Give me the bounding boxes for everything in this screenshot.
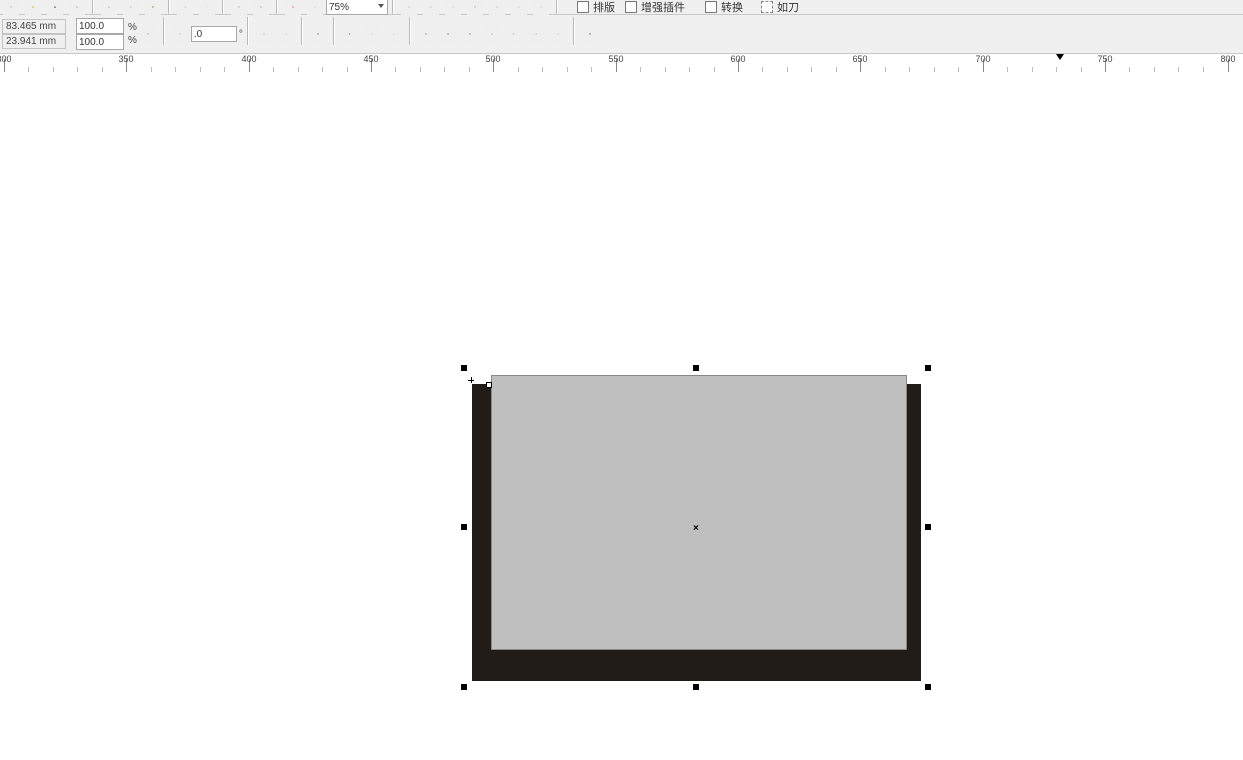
ruler-label: 400 [241, 54, 256, 64]
fill-icon[interactable] [285, 0, 301, 15]
menu-plugins[interactable]: 增强插件 [622, 0, 692, 16]
separator [409, 17, 411, 45]
drawing-canvas[interactable]: × [0, 72, 1243, 760]
undo-icon[interactable] [177, 0, 193, 15]
separator [276, 0, 278, 14]
scale-unit-2: % [128, 34, 137, 47]
selection-center-marker: × [693, 523, 699, 534]
zoom-sel-icon[interactable] [489, 0, 505, 15]
zoom-prev-icon[interactable] [533, 0, 549, 15]
object-y-readout: 23.941 mm [2, 34, 66, 49]
print-icon[interactable] [69, 0, 85, 15]
separator [222, 0, 224, 14]
cut-icon[interactable] [101, 0, 117, 15]
ruler-label: 350 [118, 54, 133, 64]
zoom-in-icon[interactable] [401, 0, 417, 15]
horizontal-ruler[interactable]: 300 350 400 450 500 550 600 650 700 750 800 [0, 54, 1243, 73]
rotate-reset-icon[interactable] [172, 26, 188, 42]
separator [92, 0, 94, 14]
simplify-icon[interactable] [484, 26, 500, 42]
zoom-out-icon[interactable] [423, 0, 439, 15]
separator [301, 17, 303, 45]
scale-unit-1: % [128, 21, 137, 34]
ruler-cursor-marker [1056, 54, 1064, 60]
selection-handle[interactable] [925, 684, 931, 690]
to-front-icon[interactable] [310, 26, 326, 42]
separator [163, 17, 165, 45]
selection-handle[interactable] [693, 365, 699, 371]
align-right-icon [386, 26, 402, 42]
separator [333, 17, 335, 45]
menu-transform[interactable]: 转换 [702, 0, 750, 16]
align-left-icon[interactable] [342, 26, 358, 42]
save-icon[interactable] [47, 0, 63, 15]
rotation-input[interactable] [191, 26, 237, 42]
weld-icon[interactable] [418, 26, 434, 42]
scale-x-input[interactable] [76, 18, 124, 34]
selection-handle[interactable] [461, 684, 467, 690]
intersect-icon[interactable] [462, 26, 478, 42]
import-icon[interactable] [231, 0, 247, 15]
rotation-unit: ° [239, 29, 243, 40]
zoom-page-icon[interactable] [467, 0, 483, 15]
ruler-label: 650 [852, 54, 867, 64]
menu-arrange-label: 排版 [593, 0, 615, 15]
menu-knife-label: 如刀 [777, 0, 799, 15]
back-minus-front-icon[interactable] [528, 26, 544, 42]
copy-icon[interactable] [123, 0, 139, 15]
front-rectangle-object[interactable] [491, 375, 907, 650]
menu-knife[interactable]: 如刀 [758, 0, 806, 16]
selection-handle[interactable] [925, 365, 931, 371]
menu-arrange[interactable]: 排版 [574, 0, 622, 16]
object-x-readout: 83.465 mm [2, 19, 66, 34]
ruler-label: 300 [0, 54, 12, 64]
scale-y-input[interactable] [76, 34, 124, 50]
menu-transform-label: 转换 [721, 0, 743, 15]
front-minus-back-icon[interactable] [506, 26, 522, 42]
trim-icon[interactable] [440, 26, 456, 42]
ruler-label: 450 [363, 54, 378, 64]
create-boundary-icon[interactable] [550, 26, 566, 42]
redo-icon[interactable] [199, 0, 215, 15]
export-icon[interactable] [253, 0, 269, 15]
selection-handle[interactable] [461, 524, 467, 530]
zoom-all-icon[interactable] [511, 0, 527, 15]
ruler-label: 500 [485, 54, 500, 64]
separator [573, 17, 575, 45]
zoom-combo-input[interactable] [326, 0, 388, 15]
selection-handle[interactable] [461, 365, 467, 371]
menu-plugins-label: 增强插件 [641, 0, 685, 15]
zoom-combo[interactable] [326, 0, 388, 15]
ruler-label: 600 [730, 54, 745, 64]
ruler-label: 800 [1220, 54, 1235, 64]
separator [556, 0, 558, 14]
ruler-label: 700 [975, 54, 990, 64]
lock-ratio-icon[interactable] [140, 26, 156, 42]
outline-icon[interactable] [307, 0, 323, 15]
mirror-v-icon[interactable] [278, 26, 294, 42]
selection-origin-marker [468, 377, 474, 383]
paste-icon[interactable] [145, 0, 161, 15]
separator [392, 0, 394, 14]
ruler-label: 750 [1097, 54, 1112, 64]
mirror-h-icon[interactable] [256, 26, 272, 42]
zoom-fit-icon[interactable] [445, 0, 461, 15]
separator [168, 0, 170, 14]
group-icon[interactable] [582, 26, 598, 42]
selection-handle[interactable] [693, 684, 699, 690]
align-center-icon [364, 26, 380, 42]
object-origin-node [486, 382, 492, 388]
open-icon[interactable] [25, 0, 41, 15]
selection-handle[interactable] [925, 524, 931, 530]
separator [247, 17, 249, 45]
new-icon[interactable] [3, 0, 19, 15]
ruler-label: 550 [608, 54, 623, 64]
